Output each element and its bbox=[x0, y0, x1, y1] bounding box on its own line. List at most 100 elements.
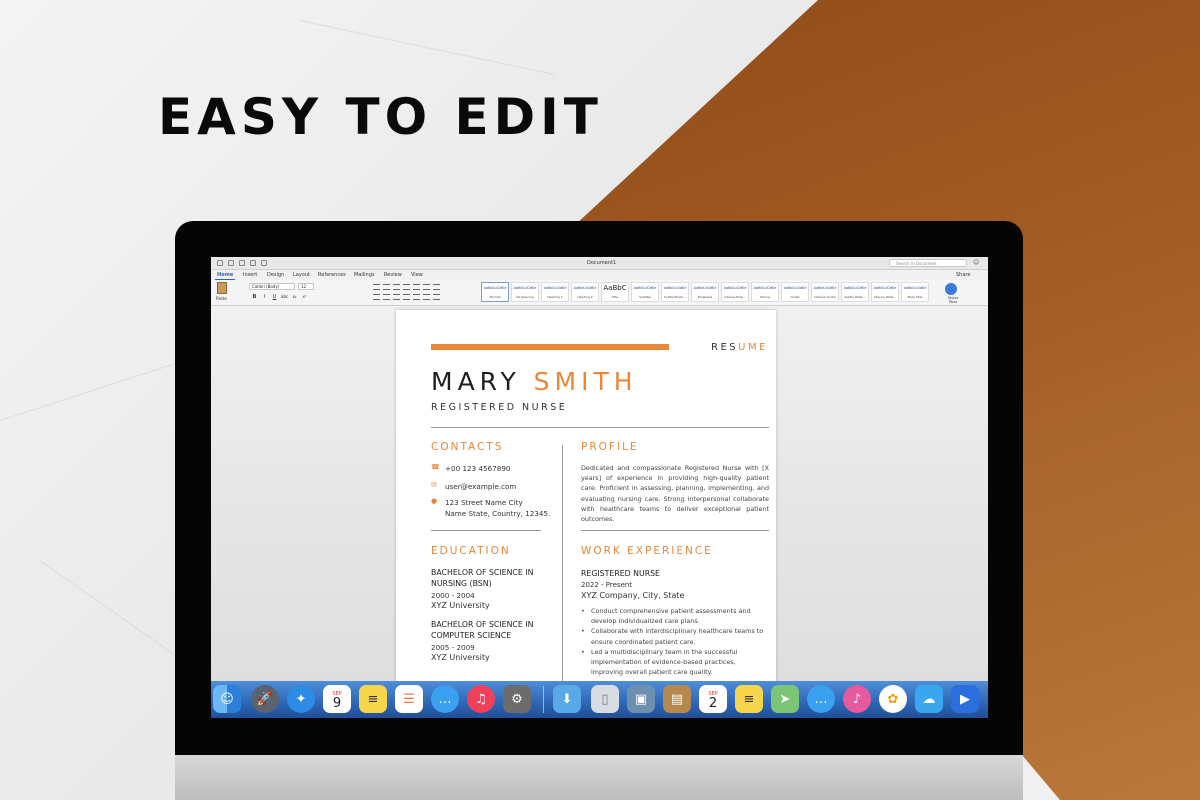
education-heading: EDUCATION bbox=[431, 545, 511, 557]
header-accent-bar bbox=[431, 344, 669, 350]
save-icon[interactable] bbox=[228, 260, 234, 266]
line-spacing-icon[interactable] bbox=[413, 294, 420, 300]
work-job-title: REGISTERED NURSE bbox=[581, 569, 660, 578]
tab-layout[interactable]: Layout bbox=[293, 272, 310, 278]
shading-icon[interactable] bbox=[423, 294, 430, 300]
notes-icon[interactable]: ≡ bbox=[359, 685, 387, 713]
font-name-select[interactable]: Calibri (Body) bbox=[249, 283, 295, 290]
tab-insert[interactable]: Insert bbox=[243, 272, 257, 278]
style-quote[interactable]: AaBbCcDdEe Quote bbox=[781, 282, 809, 302]
document-title: Document1 bbox=[587, 260, 617, 266]
style-intense-emphasis[interactable]: AaBbCcDdEe Intense Emp... bbox=[721, 282, 749, 302]
trash-icon[interactable]: ▯ bbox=[591, 685, 619, 713]
undo-icon[interactable] bbox=[239, 260, 245, 266]
tab-home[interactable]: Home bbox=[217, 272, 233, 278]
itunes-icon[interactable]: ♪ bbox=[843, 685, 871, 713]
calendar-icon[interactable]: SEP 9 bbox=[323, 685, 351, 713]
messages-icon[interactable]: … bbox=[431, 685, 459, 713]
justify-icon[interactable] bbox=[403, 294, 410, 300]
style-heading-2[interactable]: AaBbCcDdEe Heading 2 bbox=[571, 282, 599, 302]
decrease-indent-icon[interactable] bbox=[403, 284, 410, 290]
paste-icon[interactable] bbox=[217, 282, 227, 294]
downloads-folder-icon[interactable]: ⬇ bbox=[553, 685, 581, 713]
calendar-icon[interactable]: SEP 2 bbox=[699, 685, 727, 713]
contacts-icon[interactable]: ▤ bbox=[663, 685, 691, 713]
safari-icon[interactable]: ✦ bbox=[287, 685, 315, 713]
education-degree: BACHELOR OF SCIENCE IN COMPUTER SCIENCE bbox=[431, 620, 534, 640]
tab-references[interactable]: References bbox=[318, 272, 346, 278]
dock-separator bbox=[543, 686, 544, 713]
style-strong[interactable]: AaBbCcDdEe Strong bbox=[751, 282, 779, 302]
education-years: 2000 - 2004 bbox=[431, 591, 475, 600]
style-subtitle[interactable]: AaBbCcDdEe Subtitle bbox=[631, 282, 659, 302]
style-intense-quote[interactable]: AaBbCcDdEe Intense Quote bbox=[811, 282, 839, 302]
font-size-select[interactable]: 12 bbox=[298, 283, 314, 290]
marble-vein bbox=[299, 20, 555, 76]
document-canvas[interactable]: RESUME MARY SMITH REGISTERED NURSE CONTA… bbox=[211, 306, 988, 690]
style-intense-reference[interactable]: AaBbCcDdEe Intense Refer... bbox=[871, 282, 899, 302]
align-left-icon[interactable] bbox=[373, 294, 380, 300]
print-icon[interactable] bbox=[261, 260, 267, 266]
notes-icon[interactable]: ≡ bbox=[735, 685, 763, 713]
strikethrough-button[interactable]: abc bbox=[281, 294, 288, 300]
contacts-divider bbox=[431, 530, 541, 531]
style-no-spacing[interactable]: AaBbCcDdEe No Spacing bbox=[511, 282, 539, 302]
resume-page[interactable]: RESUME MARY SMITH REGISTERED NURSE CONTA… bbox=[396, 310, 776, 690]
dock: ☺ 🚀 ✦ SEP 9 ≡ ☰ … ♫ ⚙ ⬇ ▯ ▣ ▤ SEP 2 ≡ ➤ … bbox=[211, 681, 988, 718]
reminders-icon[interactable]: ☰ bbox=[395, 685, 423, 713]
launchpad-icon[interactable]: 🚀 bbox=[251, 685, 279, 713]
finder-icon[interactable]: ☺ bbox=[213, 685, 241, 713]
work-bullets: • Conduct comprehensive patient assessmen… bbox=[581, 606, 769, 677]
mail-icon: ✉ bbox=[431, 481, 437, 489]
style-book-title[interactable]: AaBbCcDdEe Book Title bbox=[901, 282, 929, 302]
multilevel-list-icon[interactable] bbox=[393, 284, 400, 290]
tab-mailings[interactable]: Mailings bbox=[354, 272, 375, 278]
photos-icon[interactable]: ✿ bbox=[879, 685, 907, 713]
superscript-button[interactable]: x² bbox=[301, 294, 308, 300]
list-item: • Collaborate with interdisciplinary heal… bbox=[581, 627, 764, 646]
style-subtle-emphasis[interactable]: AaBbCcDdEe Subtle Emph... bbox=[661, 282, 689, 302]
styles-pane-icon[interactable] bbox=[945, 283, 957, 295]
account-icon[interactable]: ☺ bbox=[973, 259, 979, 266]
subscript-button[interactable]: x₂ bbox=[291, 294, 298, 300]
tab-view[interactable]: View bbox=[411, 272, 423, 278]
profile-heading: PROFILE bbox=[581, 441, 639, 453]
numbering-icon[interactable] bbox=[383, 284, 390, 290]
share-button[interactable]: Share bbox=[956, 272, 970, 278]
styles-gallery: AaBbCcDdEe Normal AaBbCcDdEe No Spacing Aa… bbox=[481, 282, 929, 302]
style-title[interactable]: AaBbC Title bbox=[601, 282, 629, 302]
list-item: • Conduct comprehensive patient assessmen… bbox=[581, 607, 751, 626]
style-normal[interactable]: AaBbCcDdEe Normal bbox=[481, 282, 509, 302]
increase-indent-icon[interactable] bbox=[413, 284, 420, 290]
maps-icon[interactable]: ➤ bbox=[771, 685, 799, 713]
contact-address: ● 123 Street Name City Name State, Countr… bbox=[431, 497, 551, 518]
align-right-icon[interactable] bbox=[393, 294, 400, 300]
tab-design[interactable]: Design bbox=[267, 272, 284, 278]
headline: EASY TO EDIT bbox=[158, 88, 603, 146]
education-school: XYZ University bbox=[431, 601, 490, 610]
italic-button[interactable]: I bbox=[261, 294, 268, 300]
sidebar-icon[interactable] bbox=[217, 260, 223, 266]
music-icon[interactable]: ♫ bbox=[467, 685, 495, 713]
redo-icon[interactable] bbox=[250, 260, 256, 266]
style-heading-1[interactable]: AaBbCcDdEe Heading 1 bbox=[541, 282, 569, 302]
bold-button[interactable]: B bbox=[251, 294, 258, 300]
location-pin-icon: ● bbox=[431, 497, 438, 505]
preview-icon[interactable]: ▣ bbox=[627, 685, 655, 713]
underline-button[interactable]: U bbox=[271, 294, 278, 300]
sort-icon[interactable] bbox=[423, 284, 430, 290]
bullets-icon[interactable] bbox=[373, 284, 380, 290]
messages-icon[interactable]: … bbox=[807, 685, 835, 713]
window-titlebar: Document1 Search in Document ☺ bbox=[211, 257, 988, 270]
styles-pane-label: Styles Pane bbox=[947, 296, 959, 304]
pilcrow-icon[interactable] bbox=[433, 284, 440, 290]
style-emphasis[interactable]: AaBbCcDdEe Emphasis bbox=[691, 282, 719, 302]
align-center-icon[interactable] bbox=[383, 294, 390, 300]
style-subtle-reference[interactable]: AaBbCcDdEe Subtle Refer... bbox=[841, 282, 869, 302]
search-input[interactable]: Search in Document bbox=[889, 259, 967, 267]
icloud-icon[interactable]: ☁ bbox=[915, 685, 943, 713]
borders-icon[interactable] bbox=[433, 294, 440, 300]
tab-review[interactable]: Review bbox=[384, 272, 402, 278]
facetime-icon[interactable]: ▶ bbox=[951, 685, 979, 713]
system-preferences-icon[interactable]: ⚙ bbox=[503, 685, 531, 713]
